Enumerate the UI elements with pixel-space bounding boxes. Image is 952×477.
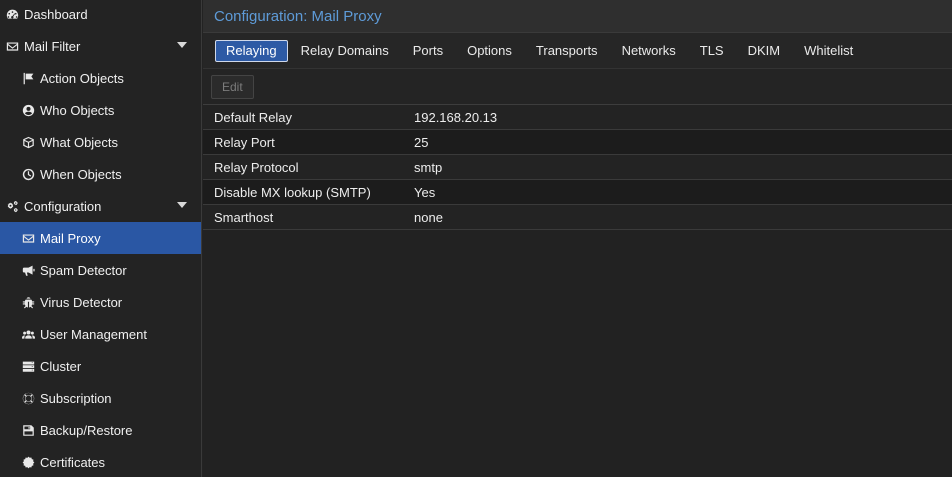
floppy-disk-icon xyxy=(21,423,36,438)
property-name: Disable MX lookup (SMTP) xyxy=(214,184,371,200)
nav-item-label: Backup/Restore xyxy=(40,422,133,438)
navigation-tree: Dashboard Mail Filter Action Objects Who… xyxy=(0,0,202,477)
nav-item-subscription[interactable]: Subscription xyxy=(0,382,201,414)
nav-item-virus-detector[interactable]: Virus Detector xyxy=(0,286,201,318)
main-panel: Configuration: Mail Proxy Relaying Relay… xyxy=(203,0,952,477)
nav-item-label: User Management xyxy=(40,326,147,342)
nav-item-label: What Objects xyxy=(40,134,119,150)
nav-item-label: Mail Proxy xyxy=(40,230,101,246)
tab-relaying[interactable]: Relaying xyxy=(215,39,288,62)
expand-caret-icon[interactable] xyxy=(177,202,187,208)
app-window: Dashboard Mail Filter Action Objects Who… xyxy=(0,0,952,477)
clock-icon xyxy=(21,167,36,182)
property-value: 192.168.20.13 xyxy=(414,109,498,125)
nav-item-what-objects[interactable]: What Objects xyxy=(0,126,201,158)
nav-item-dashboard[interactable]: Dashboard xyxy=(0,0,201,30)
bullhorn-icon xyxy=(21,263,36,278)
nav-item-label: Spam Detector xyxy=(40,262,127,278)
nav-item-label: Who Objects xyxy=(40,102,115,118)
property-value: 25 xyxy=(414,134,429,150)
nav-item-label: When Objects xyxy=(40,166,122,182)
property-name: Relay Port xyxy=(214,134,275,150)
nav-item-label: Cluster xyxy=(40,358,82,374)
tab-whitelist[interactable]: Whitelist xyxy=(793,40,864,62)
cogs-icon xyxy=(5,199,20,214)
property-grid: Default Relay 192.168.20.13 Relay Port 2… xyxy=(203,105,952,230)
certificate-icon xyxy=(21,455,36,470)
nav-item-cluster[interactable]: Cluster xyxy=(0,350,201,382)
table-row[interactable]: Disable MX lookup (SMTP) Yes xyxy=(203,180,952,205)
users-icon xyxy=(21,327,36,342)
property-value: none xyxy=(414,209,443,225)
tab-transports[interactable]: Transports xyxy=(525,40,609,62)
server-icon xyxy=(21,359,36,374)
tab-relay-domains[interactable]: Relay Domains xyxy=(290,40,400,62)
life-ring-icon xyxy=(21,391,36,406)
table-row[interactable]: Relay Protocol smtp xyxy=(203,155,952,180)
dashboard-icon xyxy=(5,7,20,22)
nav-item-certificates[interactable]: Certificates xyxy=(0,446,201,477)
grid-toolbar: Edit xyxy=(203,69,952,105)
nav-item-mail-proxy[interactable]: Mail Proxy xyxy=(0,222,201,254)
table-row[interactable]: Default Relay 192.168.20.13 xyxy=(203,105,952,130)
nav-item-label: Mail Filter xyxy=(24,38,81,54)
tab-bar: Relaying Relay Domains Ports Options Tra… xyxy=(203,33,952,69)
table-row[interactable]: Smarthost none xyxy=(203,205,952,230)
tab-networks[interactable]: Networks xyxy=(611,40,687,62)
nav-item-configuration[interactable]: Configuration xyxy=(0,190,201,222)
tab-dkim[interactable]: DKIM xyxy=(737,40,792,62)
property-value: smtp xyxy=(414,159,443,175)
nav-item-when-objects[interactable]: When Objects xyxy=(0,158,201,190)
property-name: Relay Protocol xyxy=(214,159,299,175)
edit-button[interactable]: Edit xyxy=(211,74,254,99)
envelope-icon xyxy=(5,39,20,54)
nav-item-label: Virus Detector xyxy=(40,294,123,310)
nav-item-label: Action Objects xyxy=(40,70,124,86)
user-circle-icon xyxy=(21,103,36,118)
table-row[interactable]: Relay Port 25 xyxy=(203,130,952,155)
envelope-icon xyxy=(21,231,36,246)
property-name: Smarthost xyxy=(214,209,274,225)
nav-item-label: Dashboard xyxy=(24,6,88,22)
property-value: Yes xyxy=(414,184,436,200)
property-name: Default Relay xyxy=(214,109,293,125)
nav-item-mail-filter[interactable]: Mail Filter xyxy=(0,30,201,62)
bug-icon xyxy=(21,295,36,310)
nav-item-backup-restore[interactable]: Backup/Restore xyxy=(0,414,201,446)
expand-caret-icon[interactable] xyxy=(177,42,187,48)
tab-options[interactable]: Options xyxy=(456,40,523,62)
flag-icon xyxy=(21,71,36,86)
cube-icon xyxy=(21,135,36,150)
tab-tls[interactable]: TLS xyxy=(689,40,735,62)
panel-header: Configuration: Mail Proxy xyxy=(203,0,952,33)
tab-ports[interactable]: Ports xyxy=(402,40,454,62)
nav-item-label: Certificates xyxy=(40,454,106,470)
nav-item-label: Configuration xyxy=(24,198,102,214)
nav-item-user-management[interactable]: User Management xyxy=(0,318,201,350)
nav-item-who-objects[interactable]: Who Objects xyxy=(0,94,201,126)
nav-item-action-objects[interactable]: Action Objects xyxy=(0,62,201,94)
page-title: Configuration: Mail Proxy xyxy=(214,7,382,25)
nav-item-label: Subscription xyxy=(40,390,112,406)
nav-item-spam-detector[interactable]: Spam Detector xyxy=(0,254,201,286)
